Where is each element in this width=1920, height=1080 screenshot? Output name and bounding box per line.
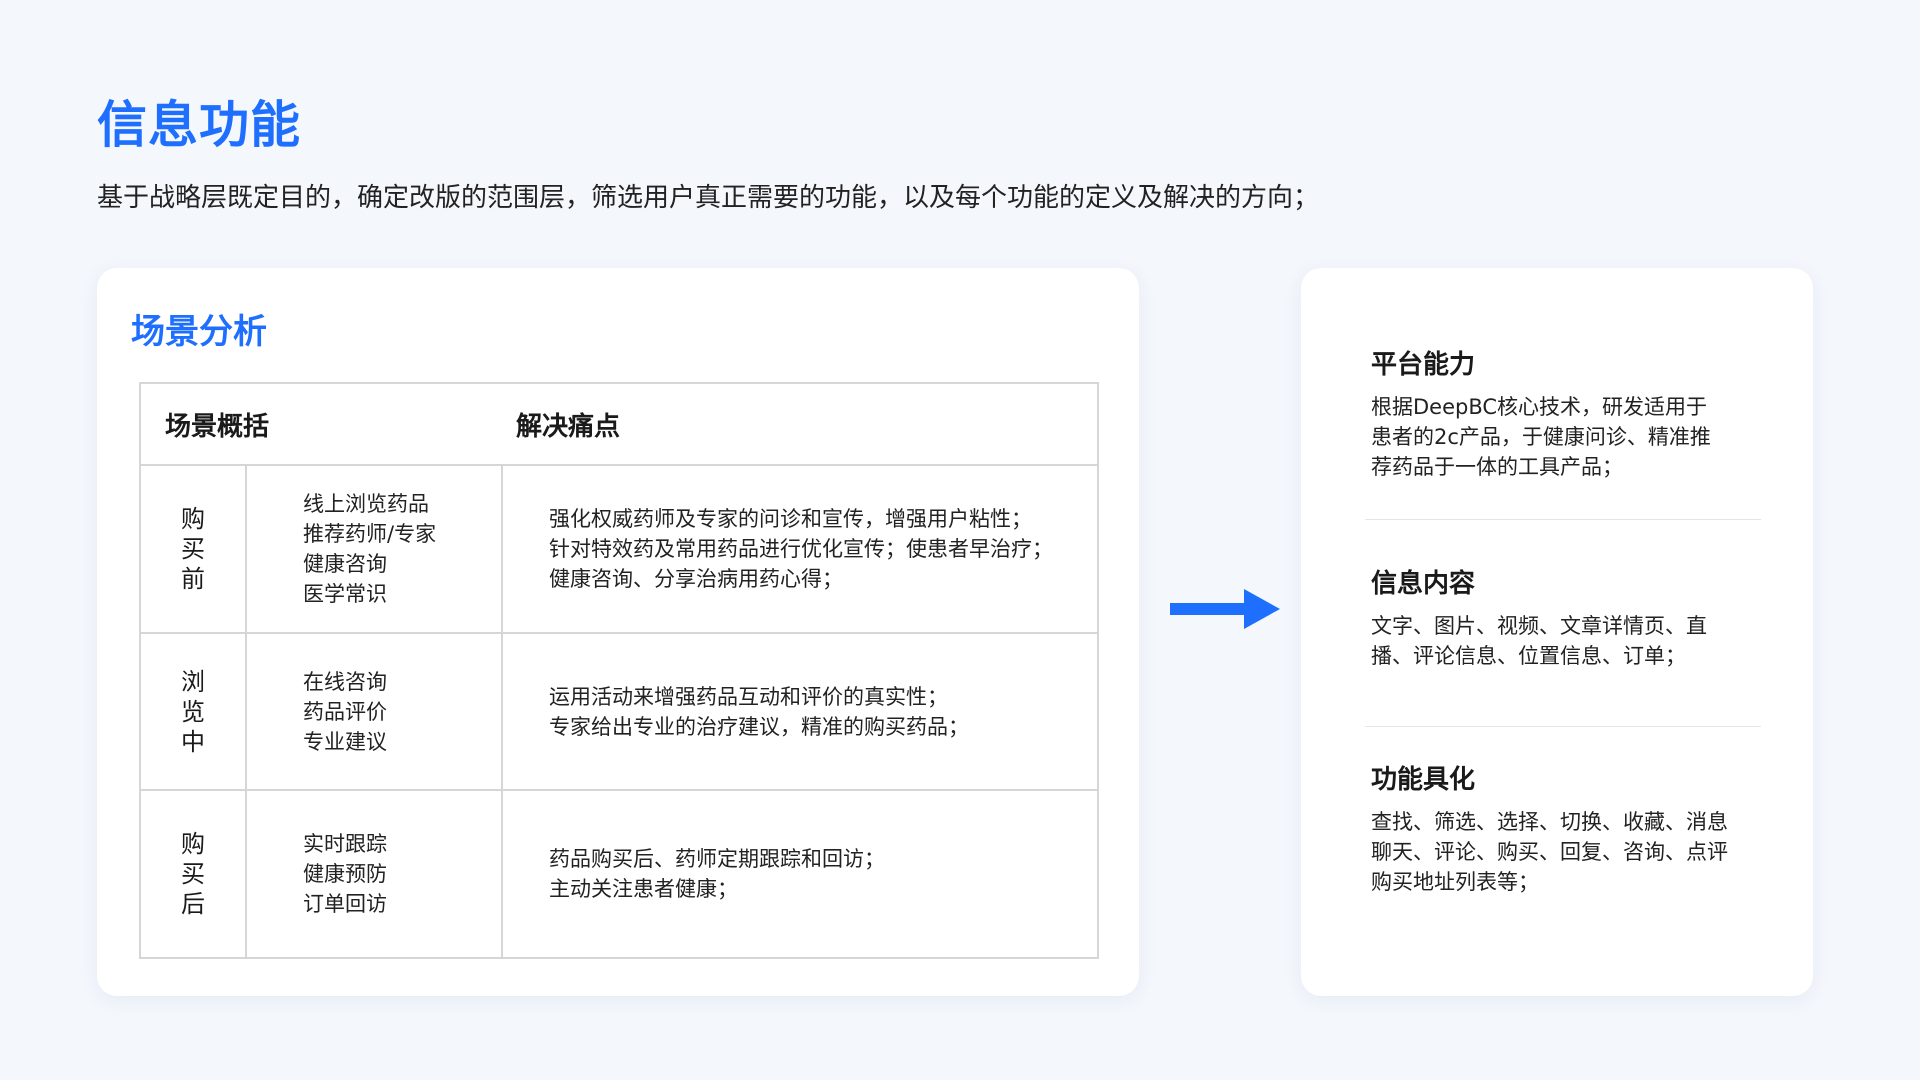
scenario-item: 在线咨询 [303, 669, 387, 694]
feature-line: 患者的2c产品，于健康问诊、精准推 [1371, 425, 1711, 449]
scenario-list: 在线咨询 药品评价 专业建议 [244, 632, 504, 791]
stage-label: 购买后 [181, 830, 205, 918]
table-row: 购买后 实时跟踪 健康预防 订单回访 药品购买后、药师定期跟踪和回访； 主动关注… [139, 789, 1100, 959]
arrow-shaft [1170, 603, 1248, 615]
feature-functions: 功能具化 查找、筛选、选择、切换、收藏、消息 聊天、评论、购买、回复、咨询、点评… [1371, 761, 1771, 897]
table-row: 浏览中 在线咨询 药品评价 专业建议 运用活动来增强药品互动和评价的真实性； 专… [139, 632, 1100, 791]
feature-line: 文字、图片、视频、文章详情页、直 [1371, 614, 1707, 638]
arrow-head [1244, 589, 1280, 629]
feature-title: 平台能力 [1371, 350, 1476, 380]
feature-title: 信息内容 [1371, 569, 1476, 599]
scene-analysis-title: 场景分析 [131, 312, 267, 352]
solution-list: 强化权威药师及专家的问诊和宣传，增强用户粘性； 针对特效药及常用药品进行优化宣传… [501, 464, 1100, 634]
scenario-item: 线上浏览药品 [303, 492, 429, 516]
scenario-item: 专业建议 [303, 729, 387, 754]
scenario-item: 健康咨询 [303, 552, 387, 576]
feature-title: 功能具化 [1371, 765, 1476, 795]
table-row: 购买前 线上浏览药品 推荐药师/专家 健康咨询 医学常识 强化权威药师及专家的问… [139, 464, 1100, 634]
scenario-item: 推荐药师/专家 [303, 522, 437, 546]
stage-label: 购买前 [181, 505, 205, 593]
feature-line: 查找、筛选、选择、切换、收藏、消息 [1371, 810, 1728, 834]
scene-analysis-card: 场景分析 场景概括 解决痛点 购买前 线上浏览药品 推荐药师/专家 健康咨询 医… [97, 268, 1139, 996]
feature-line: 荐药品于一体的工具产品； [1371, 455, 1623, 479]
solution-item: 强化权威药师及专家的问诊和宣传，增强用户粘性； [549, 507, 1033, 531]
solution-item: 针对特效药及常用药品进行优化宣传；使患者早治疗； [549, 537, 1054, 561]
arrow-right-icon [1170, 589, 1280, 629]
divider [1365, 519, 1761, 520]
feature-line: 根据DeepBC核心技术，研发适用于 [1371, 395, 1708, 419]
divider [1365, 726, 1761, 727]
scenario-list: 线上浏览药品 推荐药师/专家 健康咨询 医学常识 [244, 464, 504, 634]
solution-item: 专家给出专业的治疗建议，精准的购买药品； [549, 714, 970, 739]
stage-cell: 购买后 [139, 789, 247, 959]
page-subtitle: 基于战略层既定目的，确定改版的范围层，筛选用户真正需要的功能，以及每个功能的定义… [97, 183, 1320, 213]
feature-description: 文字、图片、视频、文章详情页、直 播、评论信息、位置信息、订单； [1371, 611, 1771, 671]
feature-description: 查找、筛选、选择、切换、收藏、消息 聊天、评论、购买、回复、咨询、点评 购买地址… [1371, 807, 1771, 897]
feature-line: 聊天、评论、购买、回复、咨询、点评 [1371, 840, 1728, 864]
scenario-item: 药品评价 [303, 699, 387, 724]
header-summary: 场景概括 [138, 382, 503, 466]
feature-content: 信息内容 文字、图片、视频、文章详情页、直 播、评论信息、位置信息、订单； [1371, 565, 1771, 671]
solution-item: 主动关注患者健康； [549, 877, 739, 901]
features-card: 平台能力 根据DeepBC核心技术，研发适用于 患者的2c产品，于健康问诊、精准… [1301, 268, 1813, 996]
feature-line: 购买地址列表等； [1371, 870, 1539, 894]
scenario-item: 健康预防 [303, 862, 387, 886]
feature-platform: 平台能力 根据DeepBC核心技术，研发适用于 患者的2c产品，于健康问诊、精准… [1371, 346, 1771, 482]
scenario-list: 实时跟踪 健康预防 订单回访 [244, 789, 504, 959]
solution-item: 运用活动来增强药品互动和评价的真实性； [549, 684, 949, 709]
scenario-item: 实时跟踪 [303, 832, 387, 856]
solution-item: 药品购买后、药师定期跟踪和回访； [549, 847, 886, 871]
scenario-item: 订单回访 [303, 892, 387, 916]
solution-list: 药品购买后、药师定期跟踪和回访； 主动关注患者健康； [501, 789, 1100, 959]
table-header-row: 场景概括 解决痛点 [138, 382, 1100, 466]
scenario-item: 医学常识 [303, 582, 387, 606]
header-solution: 解决痛点 [502, 382, 1100, 466]
feature-description: 根据DeepBC核心技术，研发适用于 患者的2c产品，于健康问诊、精准推 荐药品… [1371, 392, 1771, 482]
page-title: 信息功能 [97, 96, 301, 154]
stage-label: 浏览中 [181, 667, 205, 756]
stage-cell: 浏览中 [139, 632, 247, 791]
stage-cell: 购买前 [139, 464, 247, 634]
solution-item: 健康咨询、分享治病用药心得； [549, 567, 844, 591]
solution-list: 运用活动来增强药品互动和评价的真实性； 专家给出专业的治疗建议，精准的购买药品； [501, 632, 1100, 791]
scene-table: 场景概括 解决痛点 购买前 线上浏览药品 推荐药师/专家 健康咨询 医学常识 强… [138, 382, 1100, 959]
feature-line: 播、评论信息、位置信息、订单； [1371, 644, 1686, 668]
